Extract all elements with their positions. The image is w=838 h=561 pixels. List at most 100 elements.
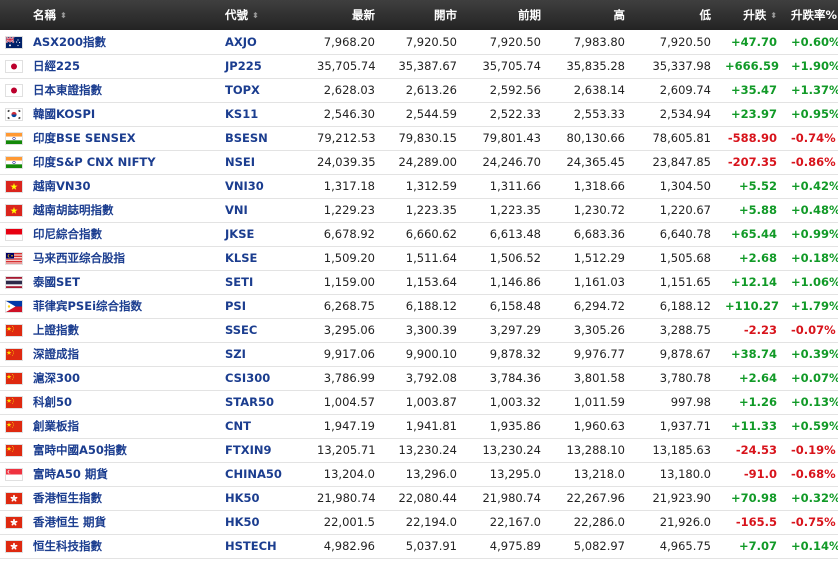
change-pct-cell: +0.99% — [791, 227, 838, 241]
header-change[interactable]: 升跌 ⬍ — [719, 0, 785, 30]
change-cell: +35.47 — [730, 83, 777, 97]
code-cell: JKSE — [219, 222, 311, 246]
index-code-link[interactable]: PSI — [225, 299, 246, 313]
index-code-link[interactable]: KS11 — [225, 107, 258, 121]
prev-cell: 3,784.36 — [489, 371, 541, 385]
index-name-link[interactable]: 富時中國A50指數 — [33, 443, 127, 457]
table-row[interactable]: 創業板指 CNT 1,947.19 1,941.81 1,935.86 1,960.63 1… — [0, 414, 838, 438]
index-name-link[interactable]: 滬深300 — [33, 371, 80, 385]
table-row[interactable]: 泰國SET SETI 1,159.00 1,153.64 1,146.86 1,161.0… — [0, 270, 838, 294]
index-name-link[interactable]: 恒生科技指數 — [33, 539, 102, 553]
table-row[interactable]: 印尼綜合指數 JKSE 6,678.92 6,660.62 6,613.48 6,683.… — [0, 222, 838, 246]
index-code-link[interactable]: HK50 — [225, 515, 260, 529]
prev-cell: 22,167.0 — [489, 515, 541, 529]
index-code-link[interactable]: KLSE — [225, 251, 257, 265]
code-cell: SZI — [219, 342, 311, 366]
table-row[interactable]: 富時A50 期貨 CHINA50 13,204.0 13,296.0 13,295.0 1… — [0, 462, 838, 486]
table-row[interactable]: 越南胡誌明指數 VNI 1,229.23 1,223.35 1,223.35 1,230.… — [0, 198, 838, 222]
table-row[interactable]: 滬深300 CSI300 3,786.99 3,792.08 3,784.36 3,801… — [0, 366, 838, 390]
header-change-pct[interactable]: 升跌率%⬍ — [785, 0, 838, 30]
index-name-link[interactable]: 日經225 — [33, 59, 80, 73]
table-row[interactable]: 韓國KOSPI KS11 2,546.30 2,544.59 2,522.33 2,553… — [0, 102, 838, 126]
high-cell: 1,318.66 — [573, 179, 625, 193]
index-code-link[interactable]: JP225 — [225, 59, 262, 73]
change-cell: +65.44 — [730, 227, 777, 241]
index-code-link[interactable]: SZI — [225, 347, 246, 361]
index-name-link[interactable]: 創業板指 — [33, 419, 79, 433]
prev-cell: 13,295.0 — [489, 467, 541, 481]
table-row[interactable]: 香港恒生 期貨 HK50 22,001.5 22,194.0 22,167.0 22,28… — [0, 510, 838, 534]
table-row[interactable]: 深證成指 SZI 9,917.06 9,900.10 9,878.32 9,976.77 9… — [0, 342, 838, 366]
header-last[interactable]: 最新 — [311, 0, 383, 30]
table-row[interactable]: ASX200指數 AXJO 7,968.20 7,920.50 7,920.50 7,98… — [0, 30, 838, 54]
china-flag-icon — [6, 349, 22, 360]
flag-cell — [0, 414, 27, 438]
index-name-link[interactable]: 日本東證指數 — [33, 83, 102, 97]
index-name-link[interactable]: 越南VN30 — [33, 179, 91, 193]
table-row[interactable]: 印度S&P CNX NIFTY NSEI 24,039.35 24,289.00 24,… — [0, 150, 838, 174]
table-row[interactable]: 恒生科技指數 HSTECH 4,982.96 5,037.91 4,975.89 5,08… — [0, 534, 838, 558]
table-row[interactable]: 日本東證指數 TOPX 2,628.03 2,613.26 2,592.56 2,638.… — [0, 78, 838, 102]
china-flag-icon — [6, 397, 22, 408]
index-name-link[interactable]: ASX200指數 — [33, 35, 106, 49]
table-row[interactable]: 富時中國A50指數 FTXIN9 13,205.71 13,230.24 13,230.… — [0, 438, 838, 462]
index-name-link[interactable]: 泰國SET — [33, 275, 80, 289]
change-pct-cell: +0.42% — [791, 179, 838, 193]
header-code[interactable]: 代號 ⬍ — [219, 0, 311, 30]
table-row[interactable]: 香港恒生指數 HK50 21,980.74 22,080.44 21,980.74 22,… — [0, 486, 838, 510]
index-code-link[interactable]: SSEC — [225, 323, 257, 337]
index-code-link[interactable]: CNT — [225, 419, 251, 433]
index-name-link[interactable]: 越南胡誌明指數 — [33, 203, 114, 217]
header-high[interactable]: 高 — [549, 0, 633, 30]
header-low[interactable]: 低 — [633, 0, 719, 30]
index-name-link[interactable]: 香港恒生 期貨 — [33, 515, 106, 529]
index-name-link[interactable]: 韓國KOSPI — [33, 107, 95, 121]
index-code-link[interactable]: SETI — [225, 275, 253, 289]
table-row[interactable]: 马来西亚综合股指 KLSE 1,509.20 1,511.64 1,506.52 1,51… — [0, 246, 838, 270]
index-code-link[interactable]: FTXIN9 — [225, 443, 271, 457]
header-open[interactable]: 開市 — [383, 0, 465, 30]
flag-cell — [0, 126, 27, 150]
index-name-link[interactable]: 深證成指 — [33, 347, 79, 361]
code-cell: VNI — [219, 198, 311, 222]
open-cell: 35,387.67 — [398, 59, 457, 73]
index-name-link[interactable]: 马来西亚综合股指 — [33, 251, 125, 265]
table-row[interactable]: 科創50 STAR50 1,004.57 1,003.87 1,003.32 1,011.… — [0, 390, 838, 414]
index-code-link[interactable]: HSTECH — [225, 539, 277, 553]
index-code-link[interactable]: NSEI — [225, 155, 255, 169]
index-name-link[interactable]: 香港恒生指數 — [33, 491, 102, 505]
index-name-link[interactable]: 富時A50 期貨 — [33, 467, 108, 481]
flag-cell — [0, 462, 27, 486]
prev-cell: 1,506.52 — [489, 251, 541, 265]
code-cell: KS11 — [219, 102, 311, 126]
header-prev[interactable]: 前期 — [465, 0, 549, 30]
index-name-link[interactable]: 科創50 — [33, 395, 72, 409]
last-cell: 7,968.20 — [323, 34, 375, 49]
index-name-link[interactable]: 印度S&P CNX NIFTY — [33, 155, 156, 169]
table-row[interactable]: 越南VN30 VNI30 1,317.18 1,312.59 1,311.66 1,318… — [0, 174, 838, 198]
index-code-link[interactable]: CHINA50 — [225, 467, 282, 481]
index-code-link[interactable]: AXJO — [225, 35, 257, 49]
index-name-link[interactable]: 上證指數 — [33, 323, 79, 337]
name-cell: 印度BSE SENSEX — [27, 126, 219, 150]
index-code-link[interactable]: VNI30 — [225, 179, 264, 193]
market-index-table: 名稱⬍ 代號⬍ 最新 開市 前期 高 低 升跌⬍ 升跌率%⬍ ASX200指數 A… — [0, 0, 838, 559]
prev-cell: 4,975.89 — [489, 539, 541, 553]
table-row[interactable]: 日經225 JP225 35,705.74 35,387.67 35,705.74 35,… — [0, 54, 838, 78]
index-code-link[interactable]: STAR50 — [225, 395, 274, 409]
index-code-link[interactable]: HK50 — [225, 491, 260, 505]
index-code-link[interactable]: JKSE — [225, 227, 254, 241]
index-code-link[interactable]: TOPX — [225, 83, 260, 97]
header-name[interactable]: 名稱 ⬍ — [27, 0, 219, 30]
table-row[interactable]: 上證指數 SSEC 3,295.06 3,300.39 3,297.29 3,305.26… — [0, 318, 838, 342]
index-code-link[interactable]: CSI300 — [225, 371, 270, 385]
index-code-link[interactable]: VNI — [225, 203, 248, 217]
index-code-link[interactable]: BSESN — [225, 131, 268, 145]
table-row[interactable]: 印度BSE SENSEX BSESN 79,212.53 79,830.15 79,80… — [0, 126, 838, 150]
index-name-link[interactable]: 印度BSE SENSEX — [33, 131, 136, 145]
index-name-link[interactable]: 印尼綜合指數 — [33, 227, 102, 241]
table-row[interactable]: 菲律宾PSEi综合指数 PSI 6,268.75 6,188.12 6,158.48 6,… — [0, 294, 838, 318]
index-name-link[interactable]: 菲律宾PSEi综合指数 — [33, 299, 142, 313]
hongkong-flag-icon — [6, 517, 22, 528]
flag-cell — [0, 486, 27, 510]
